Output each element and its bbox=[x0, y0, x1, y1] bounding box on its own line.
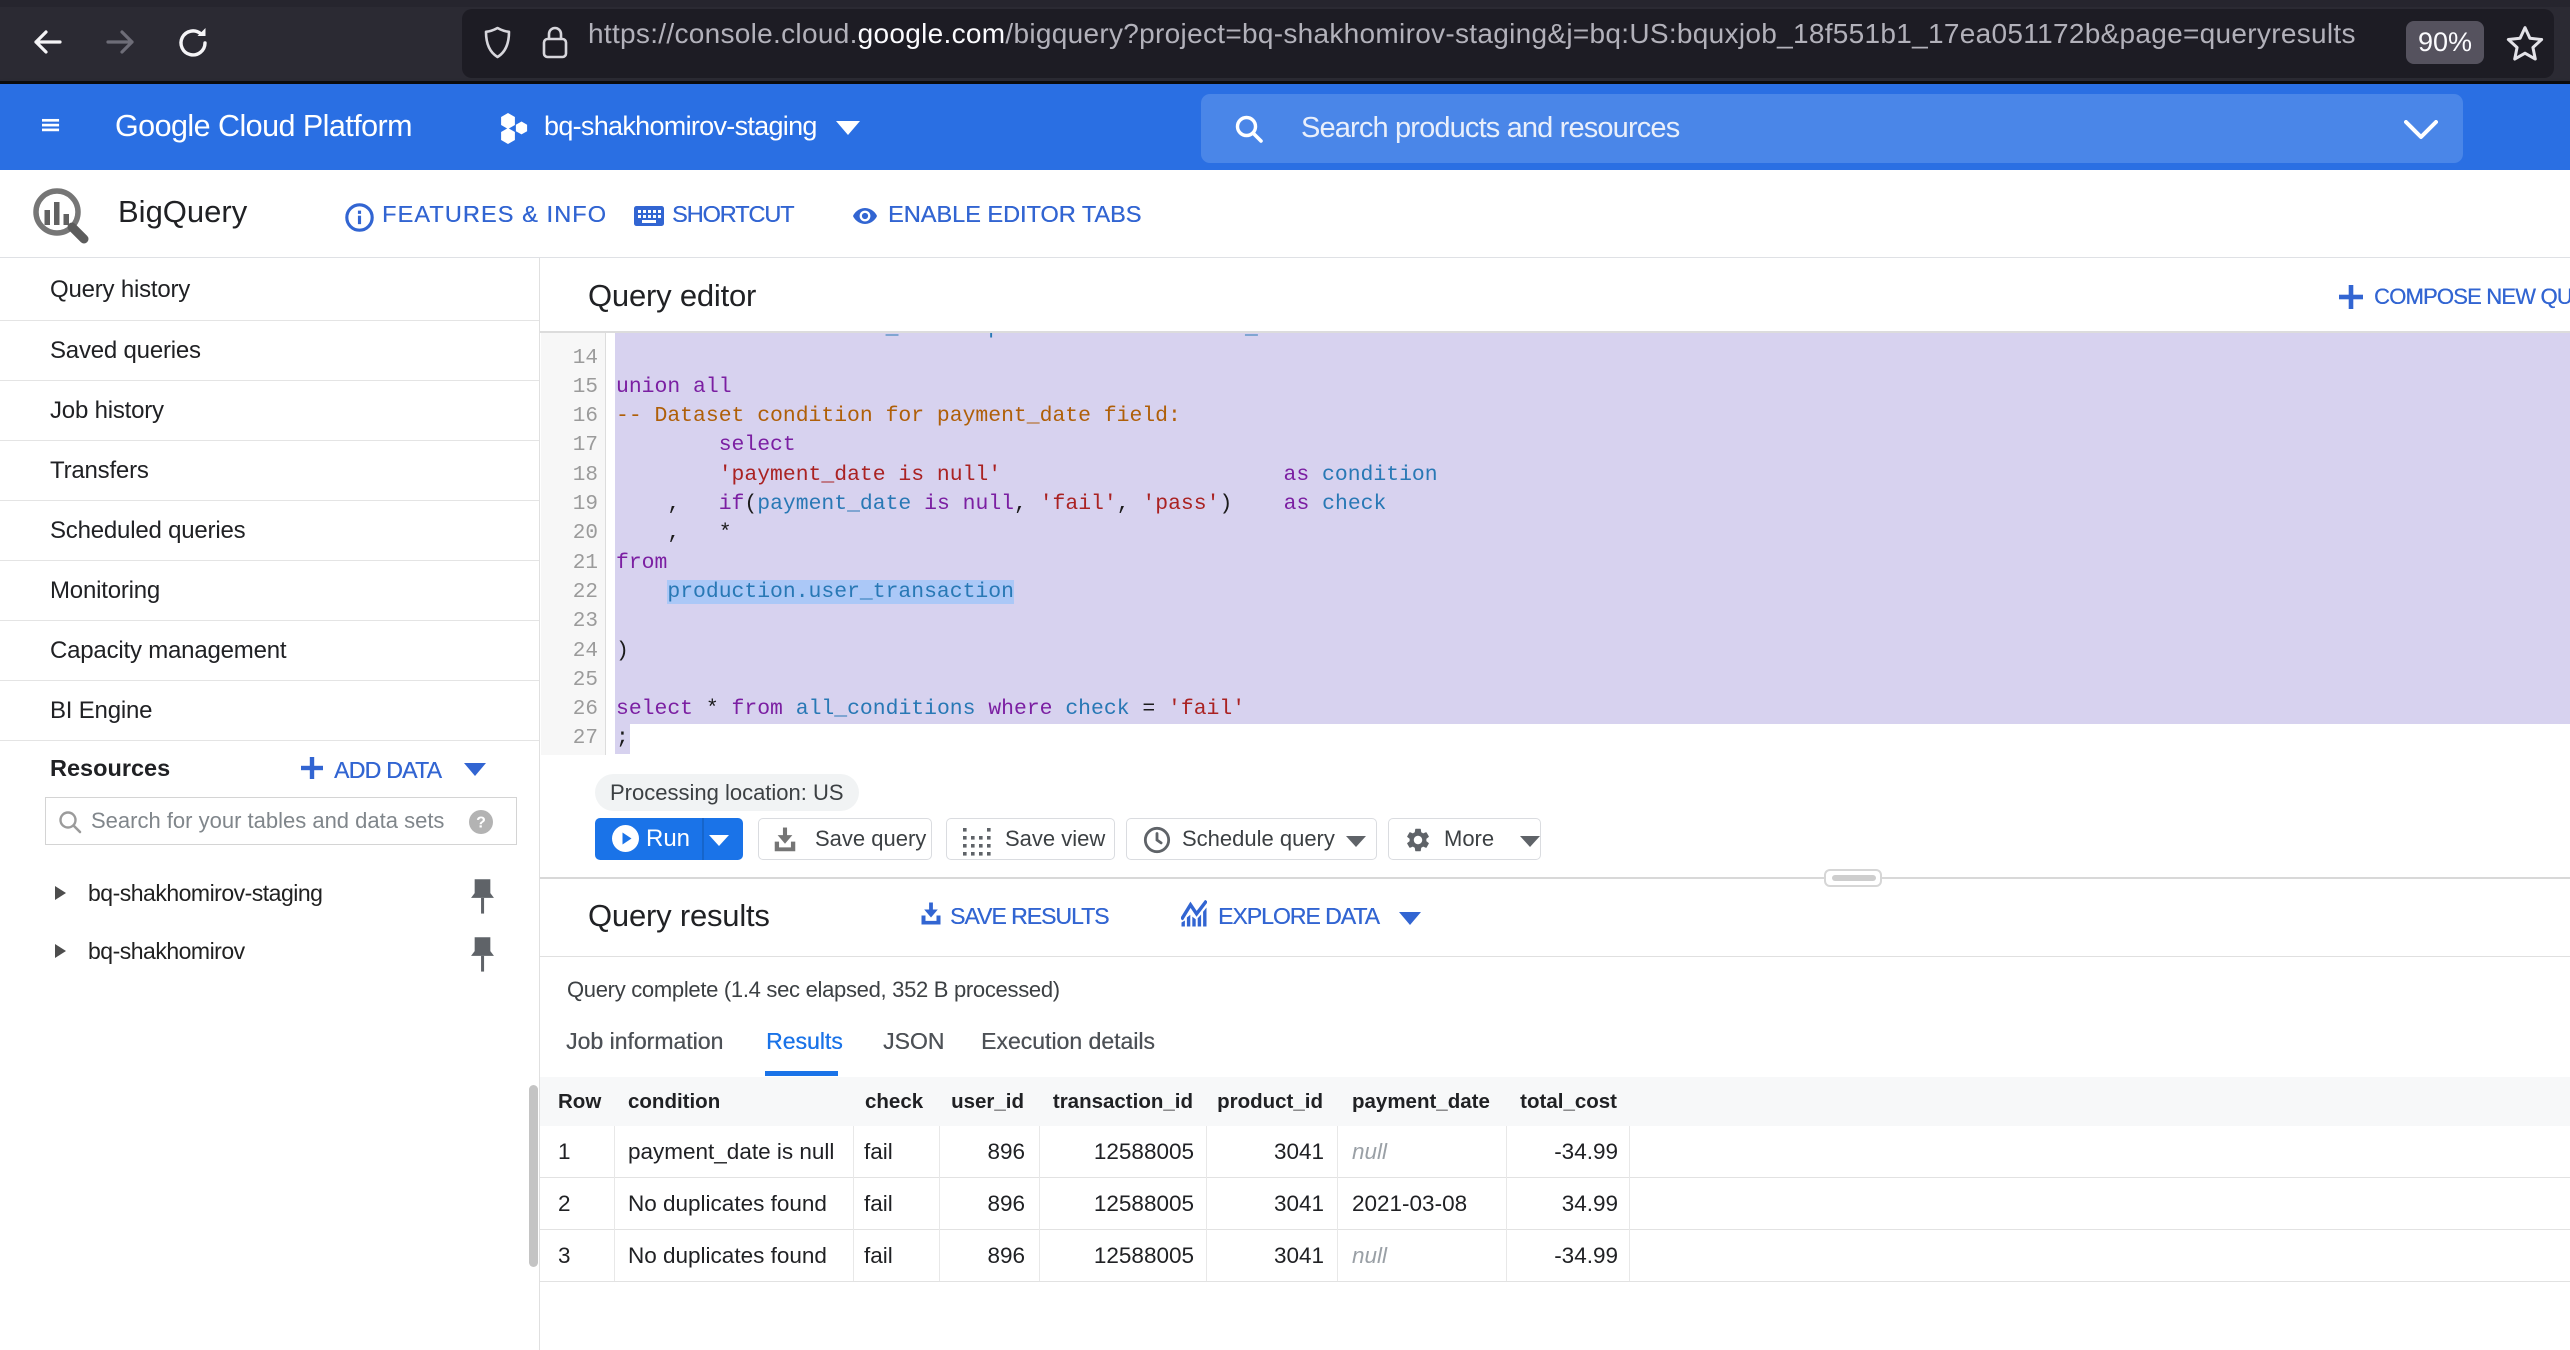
svg-text:?: ? bbox=[476, 815, 486, 832]
